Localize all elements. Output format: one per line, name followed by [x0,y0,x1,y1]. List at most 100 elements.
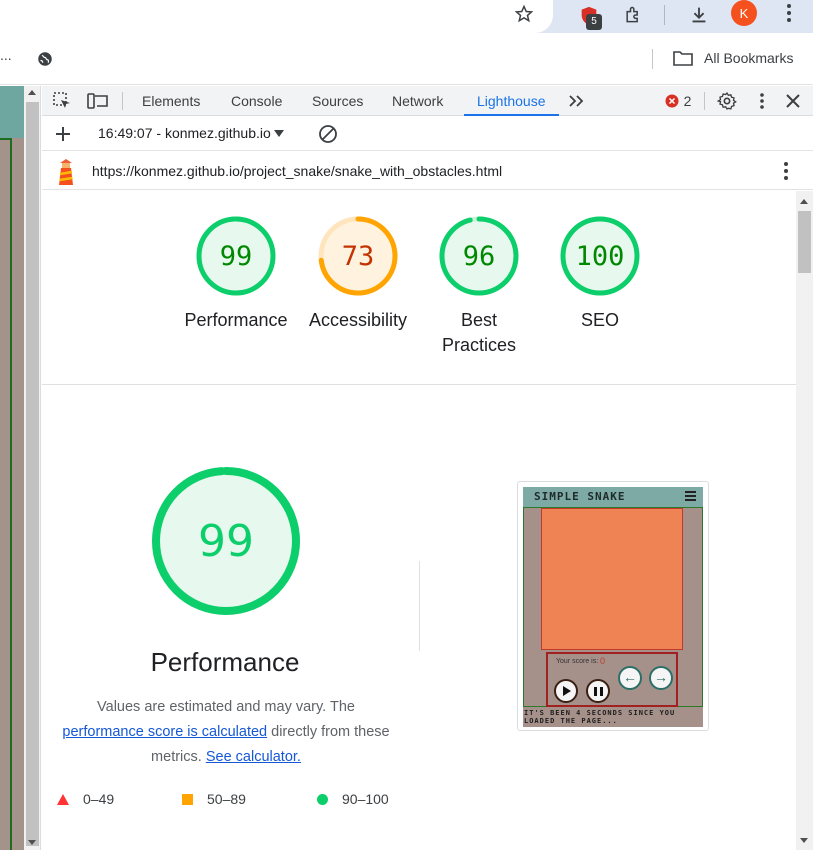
bookmarks-divider [652,49,653,69]
devtools-menu-icon[interactable] [752,90,772,112]
address-trail: ... [0,47,12,63]
thumb-header: SIMPLE SNAKE [523,487,703,507]
report-scroll-down-icon[interactable] [800,838,808,843]
page-viewport-strip [0,86,24,850]
performance-title: Performance [150,647,300,677]
all-bookmarks-folder-icon[interactable] [672,48,694,68]
score-gauge-best-practices[interactable]: 96 [439,216,519,296]
performance-description: Values are estimated and may vary. The p… [52,695,400,770]
tab-divider [122,92,123,110]
inspect-element-icon[interactable] [50,90,74,112]
report-scrollbar[interactable] [796,191,813,850]
average-square-icon [182,793,193,805]
settings-gear-icon[interactable] [716,90,738,112]
scroll-down-arrow-icon[interactable] [28,840,36,845]
clear-reports-icon[interactable] [316,123,340,145]
report-scroll-thumb[interactable] [798,211,811,273]
lighthouse-logo-icon [54,158,78,186]
browser-menu-icon[interactable] [778,0,800,26]
legend-average-range: 50–89 [207,791,246,807]
extension-shield-icon[interactable]: 5 [576,2,602,30]
thumb-right-arrow-icon: → [649,666,673,690]
report-scroll-up-icon[interactable] [800,199,808,204]
scroll-up-arrow-icon[interactable] [28,90,36,95]
bookmarks-bar: ... All Bookmarks [0,33,813,85]
gauge-score: 73 [341,240,375,272]
tab-sources[interactable]: Sources [312,86,363,116]
performance-big-gauge: 99 [150,465,302,617]
thumb-score-value: 0 [600,656,606,666]
thumb-play-icon [554,679,578,703]
gauge-score: 100 [575,240,625,272]
thumb-score-label: Your score is: [556,658,599,665]
legend-fail-range: 0–49 [83,791,115,807]
fail-triangle-icon [57,793,69,805]
toolbar-divider [664,5,665,25]
report-selector-label: 16:49:07 - konmez.github.io [98,125,271,141]
report-menu-icon[interactable] [776,160,796,182]
score-gauge-performance[interactable]: 99 [196,216,276,296]
page-header-strip [0,86,24,138]
gauge-score: 96 [462,240,496,272]
thumb-title: SIMPLE SNAKE [534,490,626,503]
score-gauge-accessibility[interactable]: 73 [318,216,398,296]
more-tabs-chevron-icon[interactable] [566,91,588,111]
thumb-controls-box: Your score is: 0 ← → [546,652,678,707]
gauge-label: Best Practices [441,310,517,355]
thumb-game-canvas [541,508,683,650]
tab-lighthouse[interactable]: Lighthouse [464,86,559,116]
legend-fail: 0–49 [57,791,114,807]
extensions-puzzle-icon[interactable] [620,2,646,28]
omnibox-tail[interactable] [0,0,553,33]
thumb-page: SIMPLE SNAKE Your score is: 0 ← → IT'S B… [523,487,703,727]
gauge-label: SEO [580,310,619,330]
page-screenshot-thumbnail[interactable]: SIMPLE SNAKE Your score is: 0 ← → IT'S B… [517,481,709,731]
devtools-tabbar: Elements Console Sources Network Lightho… [42,86,813,116]
browser-toolbar: 5 K [0,0,813,33]
desc-part-3: metrics. [151,749,202,765]
desc-part-2: directly from these [271,724,390,740]
see-calculator-link[interactable]: See calculator. [206,749,301,765]
dropdown-caret-icon [273,129,284,137]
thumb-hamburger-icon [685,491,696,501]
thumb-pause-icon [586,679,610,703]
summary-divider [42,384,796,385]
gauge-label: Accessibility [308,310,408,330]
tab-console[interactable]: Console [231,86,282,116]
page-scroll-thumb[interactable] [26,102,39,846]
tab-network[interactable]: Network [392,86,443,116]
gauge-label: Performance [184,310,288,330]
desc-part-1: Values are estimated and may vary. The [97,699,355,715]
new-report-plus-icon[interactable] [52,123,74,145]
extension-badge: 5 [586,14,602,30]
all-bookmarks-label[interactable]: All Bookmarks [704,50,793,66]
profile-initial: K [739,5,749,21]
globe-icon[interactable] [35,49,55,69]
score-gauge-seo[interactable]: 100 [560,216,640,296]
thumb-footer: IT'S BEEN 4 SECONDS SINCE YOU LOADED THE… [524,709,676,725]
close-devtools-icon[interactable] [782,90,804,112]
lighthouse-toolbar: 16:49:07 - konmez.github.io [42,117,813,151]
lighthouse-report: 99 Performance 73 Accessibility 96 Best Pract… [42,191,796,850]
device-toolbar-icon[interactable] [86,90,110,112]
vertical-divider [419,561,420,651]
report-selector[interactable]: 16:49:07 - konmez.github.io [98,125,284,141]
report-url-bar: https://konmez.github.io/project_snake/s… [42,152,813,190]
bookmark-star-icon[interactable] [512,2,536,26]
page-border-strip [0,138,12,850]
legend-pass-range: 90–100 [342,791,389,807]
pass-circle-icon [317,793,328,805]
tab-divider-2 [704,92,705,110]
gauge-score: 99 [219,240,253,272]
thumb-left-arrow-icon: ← [618,666,642,690]
report-url: https://konmez.github.io/project_snake/s… [92,163,503,179]
legend-pass: 90–100 [317,791,389,807]
error-count-badge[interactable]: 2 [662,91,694,111]
performance-big-score: 99 [198,515,254,567]
legend-average: 50–89 [182,791,246,807]
tab-elements[interactable]: Elements [142,86,200,116]
profile-avatar[interactable]: K [731,0,757,26]
performance-score-link[interactable]: performance score is calculated [62,724,267,740]
download-icon[interactable] [685,2,713,28]
page-scrollbar[interactable] [24,86,41,850]
